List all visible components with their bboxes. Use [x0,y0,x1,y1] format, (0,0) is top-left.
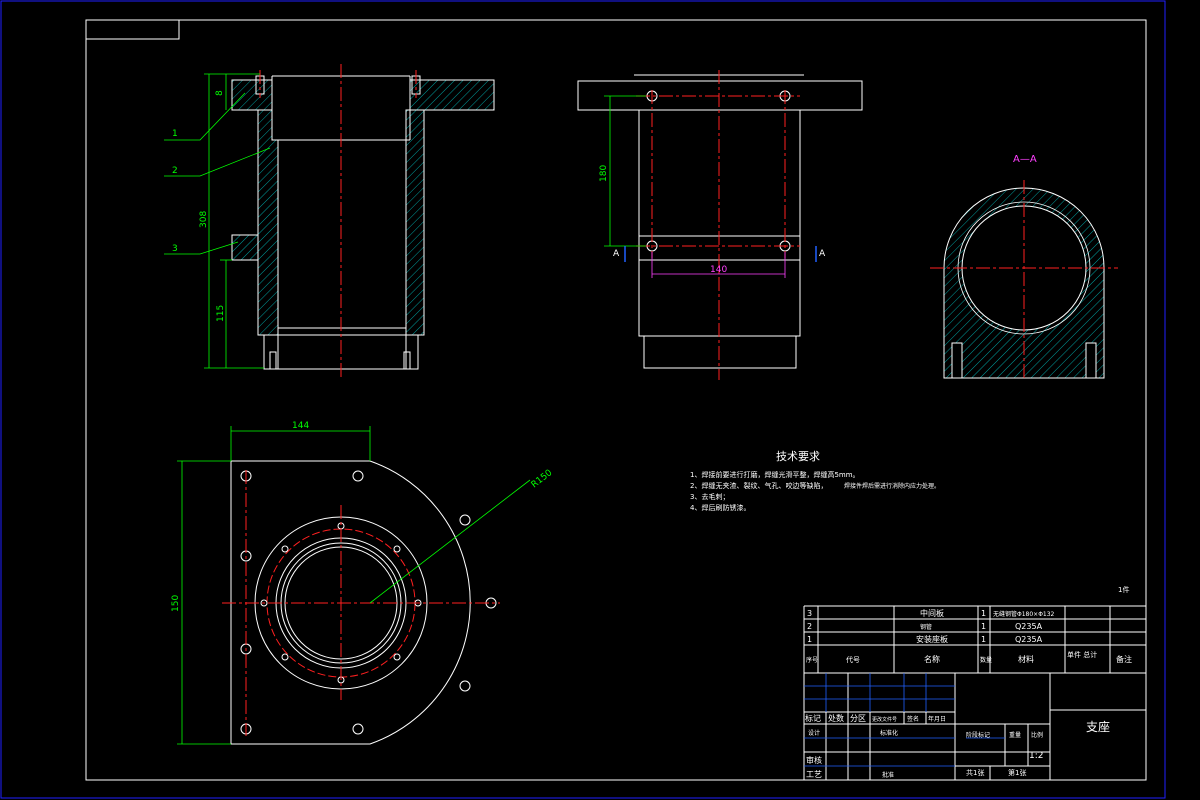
dim-plan-height: 150 [171,595,181,612]
bom-row-3-material: 无缝钢管Φ180×Φ132 [993,610,1055,618]
bom-header-weight: 单件 总计 [1067,650,1097,659]
tb-review: 审核 [806,755,822,765]
plan-centerlines [222,470,500,736]
tb-change-doc: 更改文件号 [872,716,897,723]
tech-item-2-extra: 焊接件焊后需进行消除内应力处理。 [844,482,940,490]
side-view [577,74,863,369]
bom-row-3-qty: 1 [981,609,986,618]
tech-requirements: 技术要求 1、焊接前要进行打磨，焊缝光滑平整，焊缝高5mm。 2、焊缝无夹渣、裂… [690,450,1129,594]
tb-drawing-name: 支座 [1086,719,1110,734]
balloon-3: 3 [172,244,178,254]
tb-approve: 批准 [882,771,894,779]
tb-scale: 1:2 [1029,751,1043,761]
dim-side-spacing: 140 [710,265,727,275]
section-a-a: A—A [930,154,1118,380]
bom-row-1-qty: 1 [981,635,986,644]
bom-header-remark: 备注 [1116,654,1132,664]
bom-header-no: 序号 [806,656,818,664]
dim-plan-width: 144 [292,421,309,431]
balloon-2: 2 [172,166,178,176]
tb-sheet-no: 第1张 [1008,768,1026,777]
tb-sheets: 共1张 [966,768,984,777]
tb-zone: 分区 [850,714,866,723]
bom-header-qty: 数量 [980,656,992,664]
bom-row-1-name: 安装座板 [916,634,948,644]
front-section-view [231,75,495,370]
dim-front-lower: 115 [216,305,226,322]
dim-front-total: 308 [199,211,209,228]
dim-plan-radius: R150 [530,468,555,490]
tb-date: 年月日 [928,715,946,723]
tech-item-1: 1、焊接前要进行打磨，焊缝光滑平整，焊缝高5mm。 [690,470,860,479]
tech-item-2: 2、焊缝无夹渣、裂纹、气孔、咬边等缺陷， [690,481,827,490]
bom-row-2-name: 钢管 [920,623,932,631]
tb-mark: 标记 [805,713,821,723]
tech-item-3: 3、去毛刺； [690,492,729,501]
parts-count-note: 1件 [1118,585,1129,594]
balloon-1: 1 [172,129,178,139]
front-dimensions [164,73,271,369]
drawing-frame [0,0,1166,799]
tb-design: 设计 [808,729,820,737]
bom-row-3-no: 3 [807,609,812,618]
side-dimensions [604,95,646,247]
dim-side-height: 180 [599,165,609,182]
tb-count: 处数 [828,713,844,723]
bom-row-2-material: Q235A [1015,622,1043,631]
bom-table [803,605,1146,780]
tb-standard: 标准化 [880,729,898,737]
tech-item-4: 4、焊后刷防锈漆。 [690,503,750,512]
tb-sign: 签名 [907,715,919,723]
cut-mark-left: A [613,249,620,259]
bom-header-code: 代号 [846,655,860,664]
cut-mark-right: A [819,249,826,259]
cad-drawing: 1 2 3 8 308 115 180 140 A A A—A 144 150 … [0,0,1166,799]
bom-row-3-name: 中间板 [920,608,944,618]
dim-front-top: 8 [215,90,225,96]
tb-scale-label: 比例 [1031,731,1043,739]
bom-row-1-no: 1 [807,635,812,644]
tb-process: 工艺 [806,770,822,779]
section-label: A—A [1013,154,1037,165]
bom-header-name: 名称 [924,654,940,664]
bom-header-material: 材料 [1018,654,1034,664]
bom-row-2-qty: 1 [981,622,986,631]
bom-row-2-no: 2 [807,622,812,631]
tb-weight-label: 重量 [1009,731,1021,739]
side-centerlines [636,70,800,380]
tb-stage-label: 阶段标记 [966,731,990,739]
front-centerline [259,64,417,378]
tech-title: 技术要求 [776,450,820,463]
bom-row-1-material: Q235A [1015,635,1043,644]
